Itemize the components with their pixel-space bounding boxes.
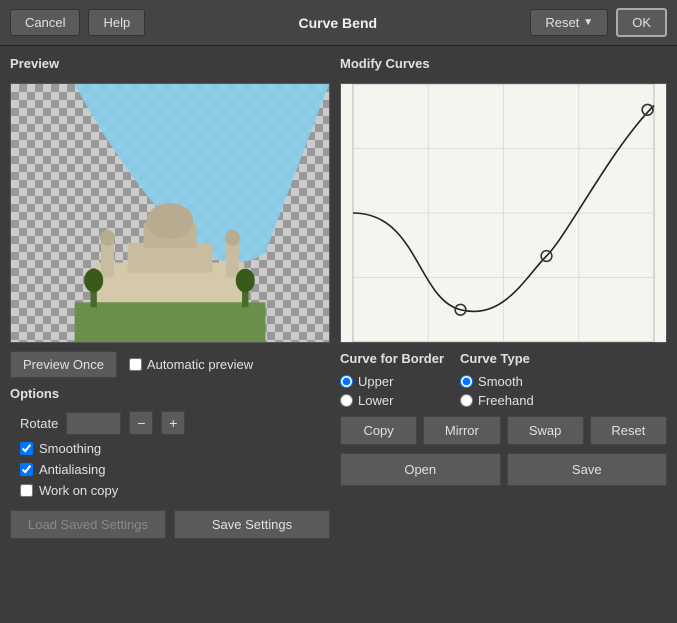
reset-dropdown-button[interactable]: Reset ▼: [530, 9, 608, 36]
smoothing-label: Smoothing: [39, 441, 101, 456]
curve-type-group: Curve Type Smooth Freehand: [460, 351, 534, 408]
work-on-copy-checkbox[interactable]: [20, 484, 33, 497]
smooth-label: Smooth: [478, 374, 523, 389]
rotate-row: Rotate 0.0 − +: [10, 411, 330, 435]
preview-svg: [11, 84, 329, 342]
upper-radio[interactable]: [340, 375, 353, 388]
bottom-buttons: Load Saved Settings Save Settings: [10, 506, 330, 539]
curve-for-border-group: Curve for Border Upper Lower: [340, 351, 444, 408]
open-save-buttons: Open Save: [340, 453, 667, 486]
chevron-down-icon: ▼: [583, 17, 593, 28]
right-panel: Modify Curves: [340, 56, 667, 613]
freehand-radio-row[interactable]: Freehand: [460, 393, 534, 408]
smoothing-checkbox[interactable]: [20, 442, 33, 455]
action-buttons: Copy Mirror Swap Reset: [340, 416, 667, 445]
antialiasing-checkbox[interactable]: [20, 463, 33, 476]
upper-label: Upper: [358, 374, 393, 389]
smooth-radio[interactable]: [460, 375, 473, 388]
copy-button[interactable]: Copy: [340, 416, 417, 445]
options-label: Options: [10, 386, 330, 401]
title-bar: Cancel Help Curve Bend Reset ▼ OK: [0, 0, 677, 46]
preview-once-button[interactable]: Preview Once: [10, 351, 117, 378]
swap-button[interactable]: Swap: [507, 416, 584, 445]
preview-controls: Preview Once Automatic preview: [10, 351, 330, 378]
save-button[interactable]: Save: [507, 453, 668, 486]
work-on-copy-row[interactable]: Work on copy: [10, 483, 330, 498]
lower-radio-row[interactable]: Lower: [340, 393, 444, 408]
curve-controls: Curve for Border Upper Lower Curve Type …: [340, 351, 667, 408]
preview-area: [10, 83, 330, 343]
automatic-preview-label[interactable]: Automatic preview: [129, 357, 253, 372]
rotate-decrement-button[interactable]: −: [129, 411, 153, 435]
load-saved-settings-button[interactable]: Load Saved Settings: [10, 510, 166, 539]
lower-radio[interactable]: [340, 394, 353, 407]
save-settings-button[interactable]: Save Settings: [174, 510, 330, 539]
antialiasing-row[interactable]: Antialiasing: [10, 462, 330, 477]
upper-radio-row[interactable]: Upper: [340, 374, 444, 389]
preview-section-label: Preview: [10, 56, 330, 71]
lower-label: Lower: [358, 393, 393, 408]
main-content: Preview: [0, 46, 677, 623]
rotate-input[interactable]: 0.0: [66, 412, 121, 435]
reset-curves-button[interactable]: Reset: [590, 416, 667, 445]
open-button[interactable]: Open: [340, 453, 501, 486]
mirror-button[interactable]: Mirror: [423, 416, 500, 445]
help-button[interactable]: Help: [88, 9, 145, 36]
options-section: Options Rotate 0.0 − + Smoothing Antiali…: [10, 386, 330, 498]
work-on-copy-label: Work on copy: [39, 483, 118, 498]
curve-editor-svg: [341, 84, 666, 342]
automatic-preview-checkbox[interactable]: [129, 358, 142, 371]
freehand-radio[interactable]: [460, 394, 473, 407]
smoothing-row[interactable]: Smoothing: [10, 441, 330, 456]
curve-type-label: Curve Type: [460, 351, 534, 366]
ok-button[interactable]: OK: [616, 8, 667, 37]
left-panel: Preview: [10, 56, 330, 613]
rotate-increment-button[interactable]: +: [161, 411, 185, 435]
antialiasing-label: Antialiasing: [39, 462, 106, 477]
window-title: Curve Bend: [153, 15, 522, 31]
modify-curves-label: Modify Curves: [340, 56, 667, 71]
rotate-label: Rotate: [20, 416, 58, 431]
curve-editor[interactable]: [340, 83, 667, 343]
curve-for-border-label: Curve for Border: [340, 351, 444, 366]
freehand-label: Freehand: [478, 393, 534, 408]
cancel-button[interactable]: Cancel: [10, 9, 80, 36]
smooth-radio-row[interactable]: Smooth: [460, 374, 534, 389]
